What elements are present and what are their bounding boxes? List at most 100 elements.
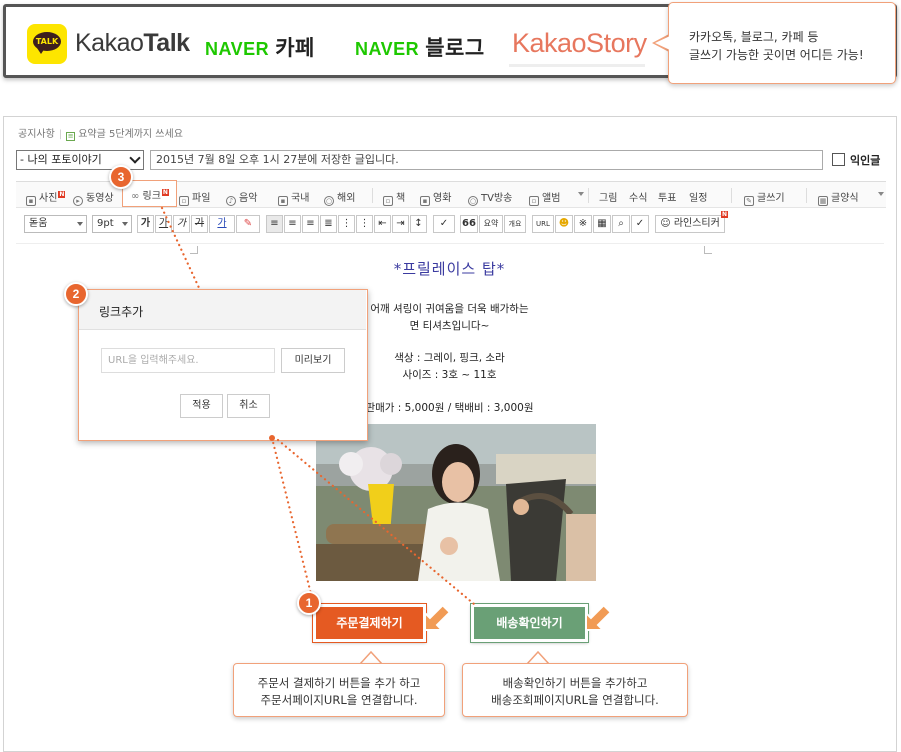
- font-value: 돋움: [29, 218, 48, 229]
- brand-kakaostory: KakaoStory: [512, 28, 647, 58]
- outdent-button[interactable]: ⇤: [374, 215, 391, 233]
- toolbar-writing-style[interactable]: ✎ 글쓰기: [744, 189, 785, 206]
- toolbar-separator: [731, 188, 732, 203]
- align-center-icon: ≡: [288, 218, 297, 229]
- naver-blog-label: 블로그: [425, 36, 485, 60]
- toolbar-separator: [588, 188, 589, 203]
- naver-wordmark: NAVER: [355, 39, 420, 59]
- line-height-icon: ↕: [414, 218, 423, 229]
- bold-button[interactable]: 가: [137, 215, 154, 233]
- shipping-check-button[interactable]: 배송확인하기: [470, 603, 589, 643]
- template-icon: ▦: [818, 196, 828, 206]
- toolbar-domestic[interactable]: ▪ 국내: [278, 189, 309, 206]
- globe-icon: ○: [324, 196, 334, 206]
- spell-icon: ✓: [635, 218, 645, 229]
- toolbar-album[interactable]: ▫ 앨범: [529, 189, 560, 206]
- apply-button[interactable]: 적용: [180, 394, 223, 418]
- font-color-button[interactable]: 가: [209, 215, 235, 233]
- chevron-down-icon: [77, 222, 83, 226]
- toolbar-overseas[interactable]: ○ 해외: [324, 189, 355, 206]
- tv-icon: ○: [468, 196, 478, 206]
- url-input[interactable]: URL을 입력해주세요.: [101, 348, 275, 373]
- map-icon: ▪: [278, 196, 288, 206]
- ordered-list-icon: ⋮: [341, 218, 352, 229]
- kakaostory-underline: [509, 64, 645, 67]
- align-left-button[interactable]: ≡: [266, 215, 283, 233]
- table-button[interactable]: ▦: [593, 215, 611, 233]
- preview-button[interactable]: 미리보기: [281, 348, 345, 373]
- product-photo-image: [316, 424, 596, 581]
- summary-button[interactable]: 요약: [479, 215, 503, 233]
- chevron-down-icon[interactable]: [578, 192, 584, 196]
- quote-button[interactable]: 66: [460, 215, 478, 233]
- toolbar-book[interactable]: ▫ 책: [383, 189, 405, 206]
- toolbar-movie[interactable]: ▪ 영화: [420, 189, 451, 206]
- toolbar-formula[interactable]: 수식: [629, 189, 647, 204]
- link-icon: ∞: [131, 191, 140, 202]
- align-center-button[interactable]: ≡: [284, 215, 301, 233]
- toolbar-tv-label: TV방송: [481, 193, 513, 204]
- toolbar-poll[interactable]: 투표: [658, 189, 676, 204]
- notice-summary: 요약글 5단계까지 쓰세요: [78, 129, 183, 140]
- order-payment-button[interactable]: 주문결제하기: [312, 603, 427, 643]
- indent-icon: ⇥: [396, 218, 405, 229]
- font-select[interactable]: 돋움: [24, 215, 87, 233]
- toolbar-drawing[interactable]: 그림: [599, 189, 617, 204]
- step-marker-2: 2: [64, 282, 88, 306]
- toolbar-photo[interactable]: ▪ 사진 N: [26, 189, 66, 206]
- toolbar-music[interactable]: ♪ 음악: [226, 189, 257, 206]
- toolbar-tv[interactable]: ○ TV방송: [468, 189, 512, 206]
- toolbar-template[interactable]: ▦ 글양식: [818, 189, 859, 206]
- toolbar-separator: [806, 188, 807, 203]
- notice-bar: 공지사항 | ≡ 요약글 5단계까지 쓰세요: [18, 129, 183, 141]
- line-height-button[interactable]: ↕: [410, 215, 427, 233]
- link-dialog-title: 링크추가: [99, 305, 144, 319]
- line-sticker-button[interactable]: ☺ 라인스티커: [655, 215, 725, 233]
- toolbar-photo-label: 사진: [39, 193, 58, 204]
- notice-label[interactable]: 공지사항: [18, 129, 55, 140]
- spellcheck-icon: ✓: [439, 218, 449, 229]
- title-input[interactable]: 2015년 7월 8일 오후 1시 27분에 저장한 글입니다.: [150, 150, 823, 170]
- naver-cafe-label: 카페: [275, 36, 315, 60]
- underline-button[interactable]: 가: [155, 215, 172, 233]
- outline-button[interactable]: 개요: [504, 215, 526, 233]
- film-icon: ▪: [420, 196, 430, 206]
- italic-button[interactable]: 가: [173, 215, 190, 233]
- toolbar-schedule[interactable]: 일정: [689, 189, 707, 204]
- brand-kakaotalk-post: Talk: [143, 29, 190, 57]
- cancel-button[interactable]: 취소: [227, 394, 270, 418]
- size-value: 9pt: [97, 218, 114, 229]
- naver-wordmark: NAVER: [205, 39, 270, 59]
- spell-button[interactable]: ✓: [631, 215, 649, 233]
- new-badge: N: [721, 211, 728, 218]
- special-char-icon: ※: [578, 218, 588, 229]
- indent-button[interactable]: ⇥: [392, 215, 409, 233]
- spellcheck-button[interactable]: ✓: [433, 215, 455, 233]
- highlight-button[interactable]: ✎: [236, 215, 260, 233]
- align-right-button[interactable]: ≡: [302, 215, 319, 233]
- callout-ship-line1: 배송확인하기 버튼을 추가하고: [502, 676, 648, 690]
- sticker-icon: ☺: [660, 218, 671, 229]
- url-button[interactable]: URL: [532, 215, 554, 233]
- special-char-button[interactable]: ※: [574, 215, 592, 233]
- chevron-down-icon[interactable]: [878, 192, 884, 196]
- toolbar-video[interactable]: ▸ 동영상: [73, 189, 114, 206]
- product-photo[interactable]: [316, 424, 596, 581]
- toolbar-template-label: 글양식: [831, 193, 859, 204]
- ordered-list-button[interactable]: ⋮: [338, 215, 355, 233]
- emoticon-button[interactable]: ☻: [555, 215, 573, 233]
- anon-checkbox[interactable]: [832, 153, 845, 166]
- new-badge: N: [161, 189, 169, 196]
- size-select[interactable]: 9pt: [92, 215, 132, 233]
- outdent-icon: ⇤: [378, 218, 387, 229]
- table-icon: ▦: [597, 218, 607, 229]
- strike-button[interactable]: 가: [191, 215, 208, 233]
- music-icon: ♪: [226, 196, 236, 206]
- brand-naver-cafe: NAVER 카페: [205, 32, 315, 62]
- search-button[interactable]: ⌕: [612, 215, 630, 233]
- step-marker-1: 1: [297, 591, 321, 615]
- toolbar-file[interactable]: ▫ 파일: [179, 189, 210, 206]
- bullet-list-button[interactable]: ⋮: [356, 215, 373, 233]
- align-justify-button[interactable]: ≣: [320, 215, 337, 233]
- align-right-icon: ≡: [306, 218, 315, 229]
